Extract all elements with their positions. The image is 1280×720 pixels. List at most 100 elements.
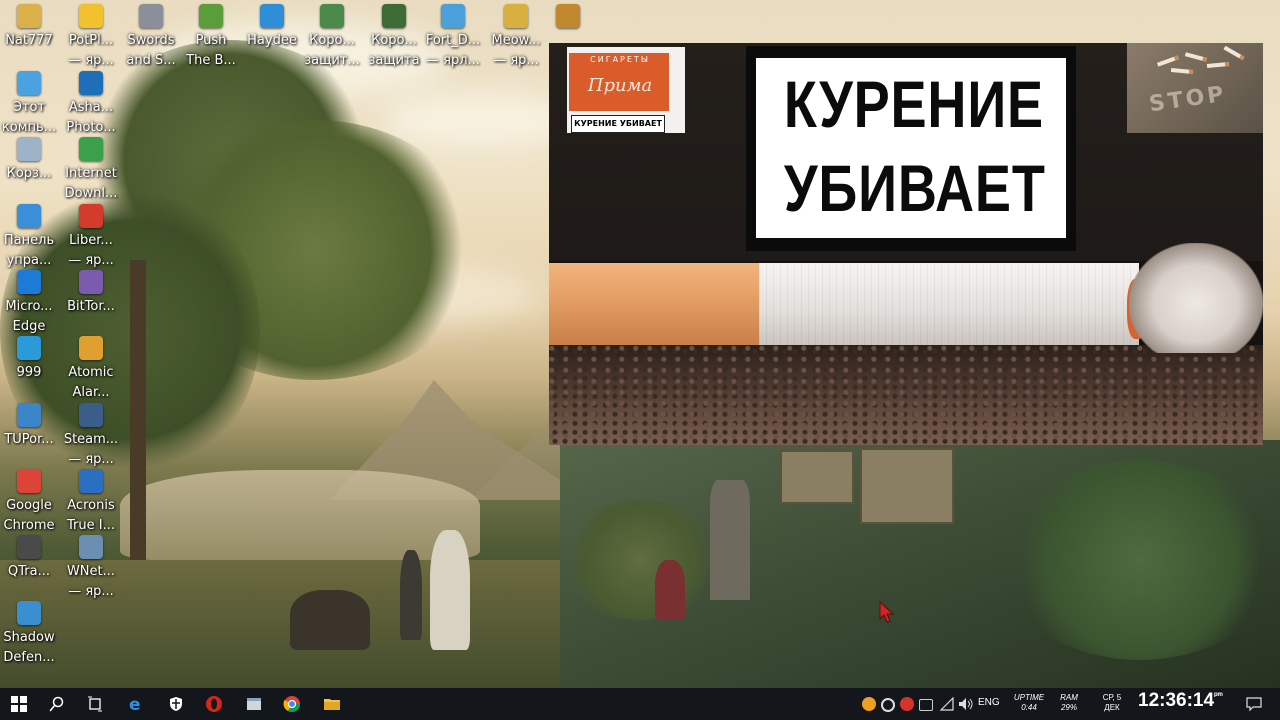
desktop-icon[interactable]: Asha... Photo... (59, 71, 123, 138)
game-push-icon (199, 4, 223, 28)
notifications-icon[interactable] (1246, 696, 1262, 716)
clock-suffix: ᵖᵐ (1214, 690, 1223, 700)
stop-text: STOP (1147, 81, 1229, 118)
edge-icon (17, 270, 41, 294)
search-button[interactable] (38, 688, 76, 720)
edge-taskbar-button[interactable]: e (118, 688, 156, 720)
folder-icon (323, 695, 341, 713)
windows-icon (11, 696, 27, 712)
chrome-taskbar-button[interactable] (273, 688, 311, 720)
control-panel-icon (17, 204, 41, 228)
desktop-icon-label: BitTor... (67, 299, 115, 314)
desktop-icon-label: Shadow Defen... (3, 630, 55, 665)
desktop-icon-label: Haydee (247, 33, 297, 48)
aperture-icon (79, 71, 103, 95)
desktop-icon[interactable]: Push The B... (179, 4, 243, 71)
cigarette-filter (549, 263, 759, 345)
desktop-icon-label: Коро... защита (368, 33, 420, 68)
desktop-icon[interactable]: Internet Downl... (59, 137, 123, 204)
svg-text:e: e (129, 695, 141, 713)
pack-brand: Прима (587, 75, 653, 96)
opera-taskbar-button[interactable] (195, 688, 233, 720)
desktop-icon-label: Internet Downl... (64, 166, 118, 201)
cigarette-pack-image: СИГАРЕТЫ Прима КУРЕНИЕ УБИВАЕТ (567, 47, 685, 133)
desktop-icon[interactable]: Панель упра... (0, 204, 61, 271)
desktop-icon[interactable]: Коро... защита (362, 4, 426, 71)
desktop-icon[interactable]: Atomic Alar... (59, 336, 123, 403)
bittorrent-icon (79, 270, 103, 294)
task-view-icon (87, 696, 103, 712)
desktop-icon-label: Fort_D... — ярл... (425, 33, 481, 68)
desktop-icon[interactable]: Коро... защит... (300, 4, 364, 71)
clock-icon (79, 336, 103, 360)
cat-icon (504, 4, 528, 28)
mouse-pointer-icon (879, 600, 897, 629)
acronis-icon (79, 469, 103, 493)
desktop-icon[interactable]: Fort_D... — ярл... (421, 4, 485, 71)
explorer-taskbar-button[interactable] (313, 688, 351, 720)
uptime-widget: UPTIME 0:44 (1008, 693, 1050, 713)
security-taskbar-button[interactable] (157, 688, 195, 720)
desktop-icon-label: Asha... Photo... (66, 100, 116, 135)
clock[interactable]: 12:36:14ᵖᵐ (1138, 690, 1223, 712)
shield-icon (17, 601, 41, 625)
uptime-label: UPTIME (1013, 693, 1045, 702)
start-button[interactable] (0, 688, 38, 720)
task-view-button[interactable] (76, 688, 114, 720)
date-widget[interactable]: СР, 5 ДЕК (1094, 693, 1130, 713)
warning-headline-box: КУРЕНИЕ УБИВАЕТ (746, 46, 1076, 251)
desktop-icon[interactable]: 999 (0, 336, 61, 383)
desktop-icon-label: Acronis True I... (67, 498, 115, 533)
video-player-window[interactable]: СИГАРЕТЫ Прима КУРЕНИЕ УБИВАЕТ КУРЕНИЕ У… (549, 43, 1263, 445)
desktop-icon[interactable]: BitTor... (59, 270, 123, 317)
desktop-icon[interactable]: PotPl... — яр... (59, 4, 123, 71)
desktop-icon-label: TUPor... (4, 432, 54, 447)
folder-icon (17, 336, 41, 360)
cigarette-closeup-image (549, 243, 1263, 445)
search-icon (49, 696, 65, 712)
window-taskbar-button[interactable] (235, 688, 273, 720)
tray-opera-icon[interactable] (900, 697, 914, 711)
idm-icon (79, 137, 103, 161)
taskbar: e ENG UPTIME 0:44 RAM 29% СР, 5 ДЕК 12:3… (0, 688, 1280, 720)
desktop-icon[interactable] (536, 4, 600, 31)
tray-app-icon[interactable] (862, 697, 876, 711)
network-icon[interactable] (939, 696, 954, 715)
pack-warning-label: КУРЕНИЕ УБИВАЕТ (571, 115, 665, 133)
desktop-icon-label: 999 (16, 365, 42, 380)
desktop-icon[interactable]: Google Chrome (0, 469, 61, 536)
steam-icon (79, 403, 103, 427)
desktop-icon[interactable]: Acronis True I... (59, 469, 123, 536)
desktop-icon[interactable]: Micro... Edge (0, 270, 61, 337)
desktop-icon[interactable]: Swords and S... (119, 4, 183, 71)
desktop-icon[interactable]: TUPor... (0, 403, 61, 450)
volume-icon[interactable] (958, 696, 974, 715)
headline-line-1: КУРЕНИЕ (783, 67, 1044, 141)
headline-line-2: УБИВАЕТ (783, 151, 1046, 225)
desktop-icon[interactable]: Liber... — яр... (59, 204, 123, 271)
window-icon (17, 403, 41, 427)
desktop-icon[interactable]: QTra... (0, 535, 61, 582)
desktop-icon[interactable]: Shadow Defen... (0, 601, 61, 668)
desktop-icon-label: Liber... — яр... (68, 233, 114, 268)
language-indicator[interactable]: ENG (978, 697, 1000, 708)
eye-icon (79, 535, 103, 559)
desktop-icon-label: Корз... (6, 166, 52, 181)
fort-icon (441, 4, 465, 28)
tray-circle-icon[interactable] (881, 698, 895, 712)
ram-label: RAM (1060, 693, 1078, 702)
desktop-icon[interactable]: WNet... — яр... (59, 535, 123, 602)
desktop-icon[interactable]: Steam... — яр... (59, 403, 123, 470)
uptime-value: 0:44 (1021, 703, 1037, 712)
desktop-icon-label: WNet... — яр... (66, 564, 116, 599)
tray-battery-icon[interactable] (919, 699, 933, 711)
desktop-icon[interactable]: Haydee (240, 4, 304, 51)
stop-cigarettes-image: STOP (1127, 43, 1263, 133)
desktop-icon-label: Micro... Edge (5, 299, 53, 334)
desktop-icon-label: Push The B... (186, 33, 236, 68)
desktop-icon[interactable]: Nat777 (0, 4, 61, 51)
desktop-icon-label: PotPl... — яр... (68, 33, 114, 68)
desktop-icon[interactable]: Корз... (0, 137, 61, 184)
clock-time: 12:36:14 (1138, 690, 1215, 711)
desktop-icon[interactable]: Этот компь... (0, 71, 61, 138)
